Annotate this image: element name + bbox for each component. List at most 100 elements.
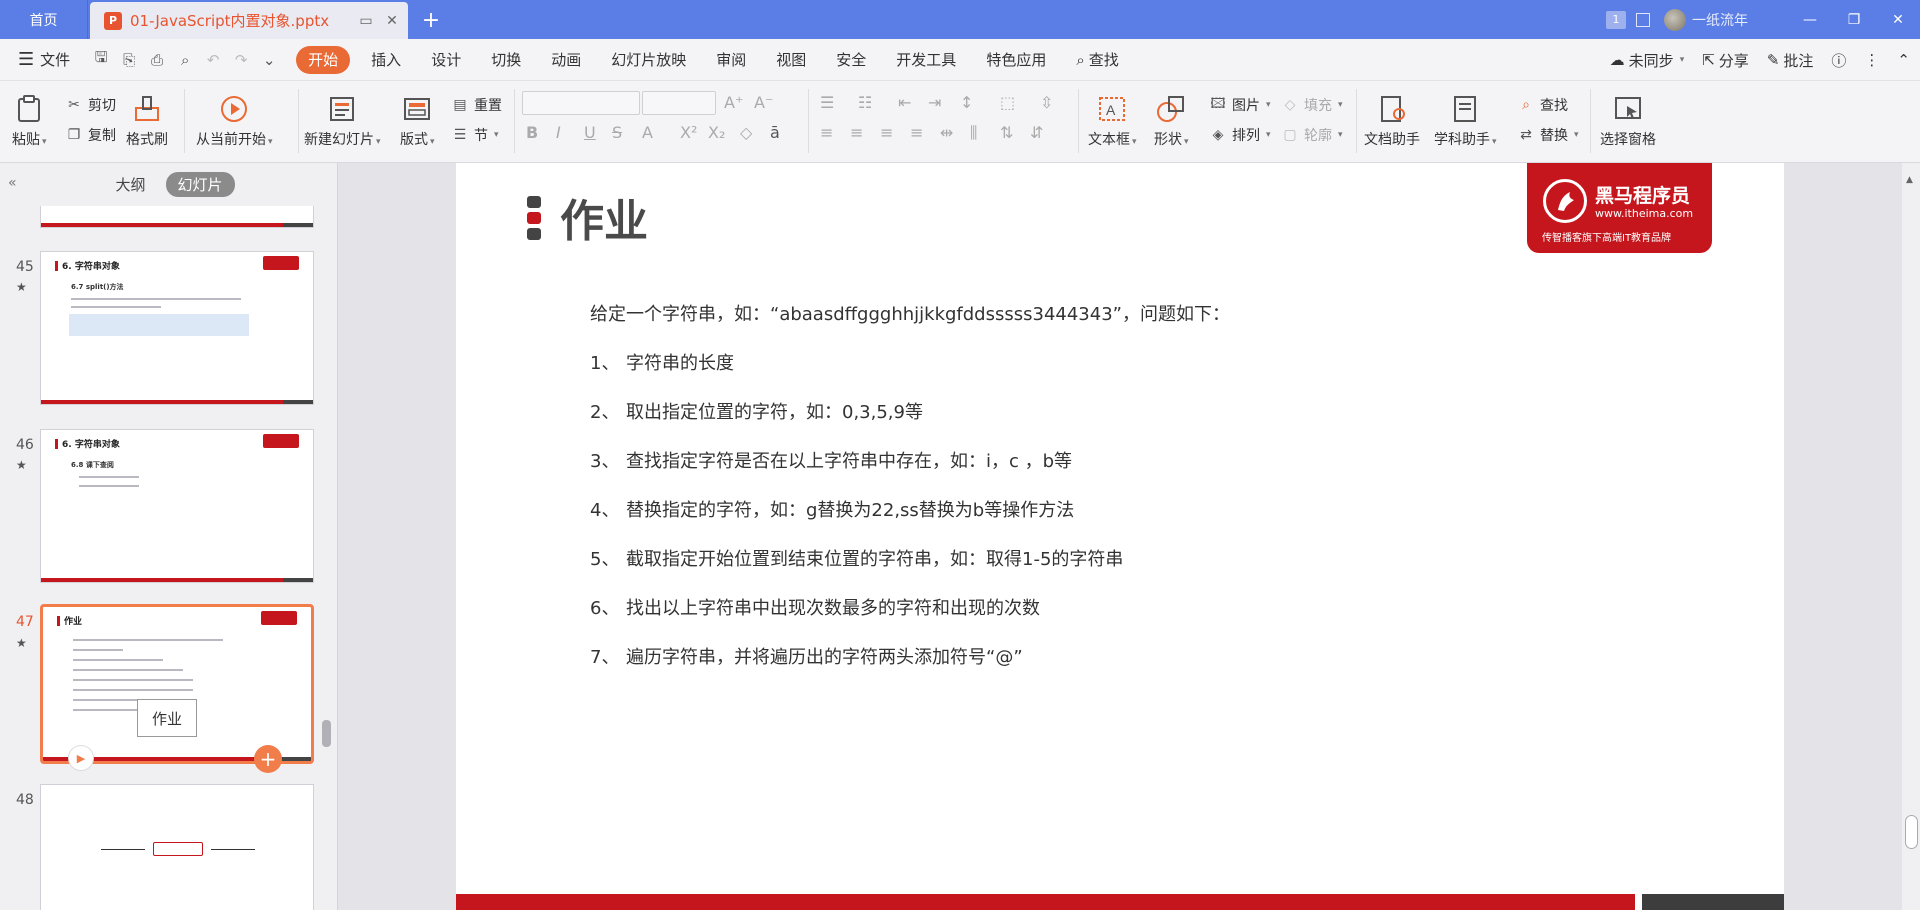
- user-name[interactable]: 一纸流年: [1692, 10, 1748, 30]
- align-left-icon[interactable]: ≡: [820, 123, 833, 142]
- shape-button[interactable]: 形状 ▾: [1154, 93, 1189, 149]
- tab-view[interactable]: 视图: [761, 46, 821, 74]
- align-text-icon[interactable]: ⇳: [1040, 93, 1053, 112]
- from-current-button[interactable]: 从当前开始 ▾: [196, 93, 273, 149]
- font-family-select[interactable]: [522, 91, 640, 115]
- slide-intro-text[interactable]: 给定一个字符串，如：“abaasdffggghhjjkkgfddsssss344…: [590, 300, 1230, 326]
- tab-design[interactable]: 设计: [416, 46, 476, 74]
- share-button[interactable]: ⇱ 分享: [1702, 50, 1749, 71]
- justify-icon[interactable]: ≡: [910, 123, 923, 142]
- text-direction-icon[interactable]: ⬚: [1000, 93, 1015, 112]
- paragraph-icon[interactable]: ⇵: [1030, 123, 1043, 142]
- replace-button[interactable]: ⇄ 替换 ▾: [1516, 125, 1578, 145]
- window-layout-icon[interactable]: [1636, 12, 1650, 27]
- tab-slideshow[interactable]: 幻灯片放映: [596, 46, 701, 74]
- fill-button[interactable]: ◇ 填充 ▾: [1280, 95, 1343, 115]
- scrollbar-thumb[interactable]: [1905, 815, 1918, 849]
- format-painter-button[interactable]: 格式刷: [126, 93, 168, 149]
- add-slide-button[interactable]: +: [254, 745, 282, 773]
- page-count-badge[interactable]: 1: [1606, 10, 1626, 29]
- more-icon[interactable]: ⋮: [1864, 51, 1879, 69]
- subscript-icon[interactable]: X₂: [708, 123, 725, 142]
- picture-button[interactable]: 🖾 图片 ▾: [1208, 95, 1270, 115]
- avatar[interactable]: [1664, 8, 1686, 31]
- tab-outline[interactable]: 大纲: [103, 172, 157, 197]
- print-icon[interactable]: ⎙: [148, 51, 166, 69]
- monitor-icon[interactable]: ▭: [356, 11, 376, 31]
- numbered-list-icon[interactable]: ☷: [858, 93, 872, 112]
- chevron-down-icon[interactable]: ⌄: [260, 51, 278, 69]
- comment-button[interactable]: ✎ 批注: [1767, 50, 1814, 71]
- arrange-button[interactable]: ◈ 排列 ▾: [1208, 125, 1271, 145]
- list-item[interactable]: 4、 替换指定的字符，如：g替换为22,ss替换为b等操作方法: [590, 496, 1074, 522]
- play-icon[interactable]: ▶: [68, 745, 94, 771]
- superscript-icon[interactable]: X²: [680, 123, 697, 142]
- slide-thumbnail[interactable]: 6. 字符串对象 6.7 split()方法: [40, 251, 314, 405]
- paste-button[interactable]: 粘贴 ▾: [12, 93, 47, 149]
- slide[interactable]: 作业 黑马程序员 www.itheima.com 传智播客旗下高端IT教育品牌 …: [456, 163, 1784, 910]
- tab-features[interactable]: 特色应用: [971, 46, 1061, 74]
- slide-title[interactable]: 作业: [560, 185, 648, 249]
- tab-transitions[interactable]: 切换: [476, 46, 536, 74]
- tab-slides[interactable]: 幻灯片: [165, 171, 235, 197]
- preview-icon[interactable]: ⌕: [176, 51, 194, 69]
- distribute-icon[interactable]: ⇹: [940, 123, 953, 142]
- export-icon[interactable]: ⎘: [120, 51, 138, 69]
- tab-home[interactable]: 开始: [296, 45, 351, 74]
- slide-thumbnail[interactable]: [40, 206, 314, 228]
- tab-insert[interactable]: 插入: [356, 46, 416, 74]
- list-item[interactable]: 3、 查找指定字符是否在以上字符串中存在，如：i，c ，b等: [590, 447, 1072, 473]
- subject-assistant-button[interactable]: 学科助手 ▾: [1434, 93, 1497, 149]
- increase-indent-icon[interactable]: ⇥: [928, 93, 941, 112]
- text-effect-icon[interactable]: ā: [770, 123, 780, 142]
- list-item[interactable]: 2、 取出指定位置的字符，如：0,3,5,9等: [590, 398, 923, 424]
- panel-scrollbar[interactable]: [322, 720, 331, 747]
- collapse-panel-icon[interactable]: «: [8, 175, 17, 191]
- close-tab-icon[interactable]: ✕: [382, 11, 402, 31]
- layout-button[interactable]: 版式 ▾: [400, 93, 435, 149]
- decrease-indent-icon[interactable]: ⇤: [898, 93, 911, 112]
- scroll-up-icon[interactable]: ▲: [1906, 175, 1913, 185]
- vertical-scrollbar[interactable]: ▲: [1902, 163, 1920, 910]
- slide-thumbnail[interactable]: 6. 字符串对象 6.8 课下查阅: [40, 429, 314, 583]
- slide-thumbnail[interactable]: [40, 784, 314, 910]
- new-tab-button[interactable]: +: [418, 7, 444, 33]
- bold-icon[interactable]: B: [526, 123, 538, 142]
- collapse-ribbon-icon[interactable]: ⌃: [1897, 51, 1910, 69]
- selection-pane-button[interactable]: 选择窗格: [1600, 93, 1656, 149]
- list-item[interactable]: 7、 遍历字符串，并将遍历出的字符两头添加符号“@”: [590, 643, 1023, 669]
- underline-icon[interactable]: U: [584, 123, 596, 142]
- columns-icon[interactable]: ⫼: [970, 123, 977, 143]
- file-menu[interactable]: ☰ 文件: [18, 49, 70, 70]
- strikethrough-icon[interactable]: S: [612, 123, 622, 142]
- increase-font-icon[interactable]: A⁺: [724, 93, 743, 112]
- redo-icon[interactable]: ↷: [232, 51, 250, 69]
- home-tab[interactable]: 首页: [0, 0, 88, 39]
- tab-security[interactable]: 安全: [821, 46, 881, 74]
- save-icon[interactable]: 🖫: [92, 47, 110, 72]
- bullet-list-icon[interactable]: ☰: [820, 93, 834, 112]
- align-center-icon[interactable]: ≡: [850, 123, 863, 142]
- section-button[interactable]: ☰ 节 ▾: [450, 125, 499, 145]
- reset-button[interactable]: ▤ 重置: [450, 95, 502, 115]
- list-item[interactable]: 1、 字符串的长度: [590, 349, 734, 375]
- undo-icon[interactable]: ↶: [204, 51, 222, 69]
- new-slide-button[interactable]: 新建幻灯片 ▾: [304, 93, 381, 149]
- copy-button[interactable]: ❐ 复制: [64, 125, 116, 145]
- close-window-button[interactable]: ✕: [1876, 0, 1920, 39]
- line-spacing-icon[interactable]: ↕: [960, 93, 973, 112]
- document-tab[interactable]: P 01-JavaScript内置对象.pptx ▭ ✕: [90, 2, 408, 39]
- decrease-font-icon[interactable]: A⁻: [754, 93, 773, 112]
- tab-developer[interactable]: 开发工具: [881, 46, 971, 74]
- textbox-button[interactable]: A 文本框 ▾: [1088, 93, 1137, 149]
- outline-button[interactable]: ▢ 轮廓 ▾: [1280, 125, 1342, 145]
- list-item[interactable]: 6、 找出以上字符串中出现次数最多的字符和出现的次数: [590, 594, 1040, 620]
- tab-animations[interactable]: 动画: [536, 46, 596, 74]
- doc-assistant-button[interactable]: 文档助手: [1364, 93, 1420, 149]
- tab-review[interactable]: 审阅: [701, 46, 761, 74]
- cut-button[interactable]: ✂ 剪切: [64, 95, 116, 115]
- align-right-icon[interactable]: ≡: [880, 123, 893, 142]
- restore-button[interactable]: ❐: [1832, 0, 1876, 39]
- spacing-icon[interactable]: ⇅: [1000, 123, 1013, 142]
- help-icon[interactable]: ⓘ: [1831, 50, 1846, 71]
